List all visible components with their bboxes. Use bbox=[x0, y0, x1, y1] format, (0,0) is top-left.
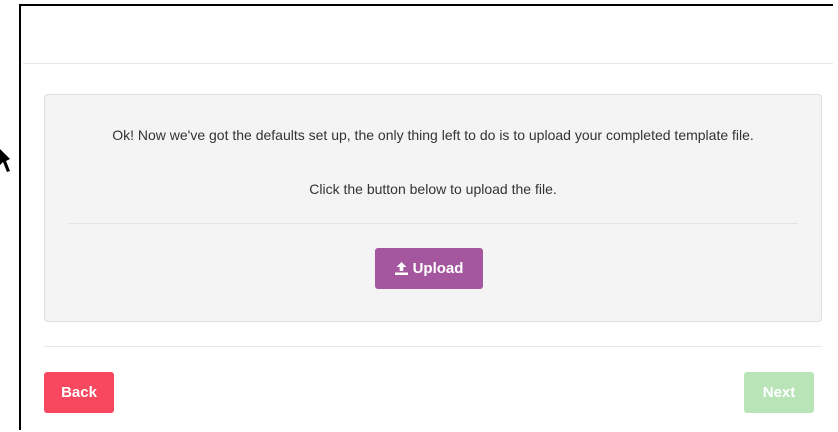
panel-divider bbox=[68, 223, 798, 224]
upload-instruction: Click the button below to upload the fil… bbox=[309, 181, 557, 197]
screenshot-stage: Ok! Now we've got the defaults set up, t… bbox=[0, 0, 838, 432]
wizard-window: Ok! Now we've got the defaults set up, t… bbox=[19, 4, 833, 430]
next-button[interactable]: Next bbox=[744, 372, 814, 413]
footer-divider bbox=[44, 346, 822, 347]
back-button[interactable]: Back bbox=[44, 372, 114, 413]
upload-icon bbox=[394, 262, 408, 275]
cursor-arrow-icon bbox=[0, 149, 10, 172]
upload-button[interactable]: Upload bbox=[375, 248, 483, 289]
wizard-header bbox=[23, 6, 833, 64]
upload-message: Ok! Now we've got the defaults set up, t… bbox=[112, 127, 754, 143]
upload-button-label: Upload bbox=[412, 260, 464, 277]
upload-info-panel: Ok! Now we've got the defaults set up, t… bbox=[44, 94, 822, 322]
